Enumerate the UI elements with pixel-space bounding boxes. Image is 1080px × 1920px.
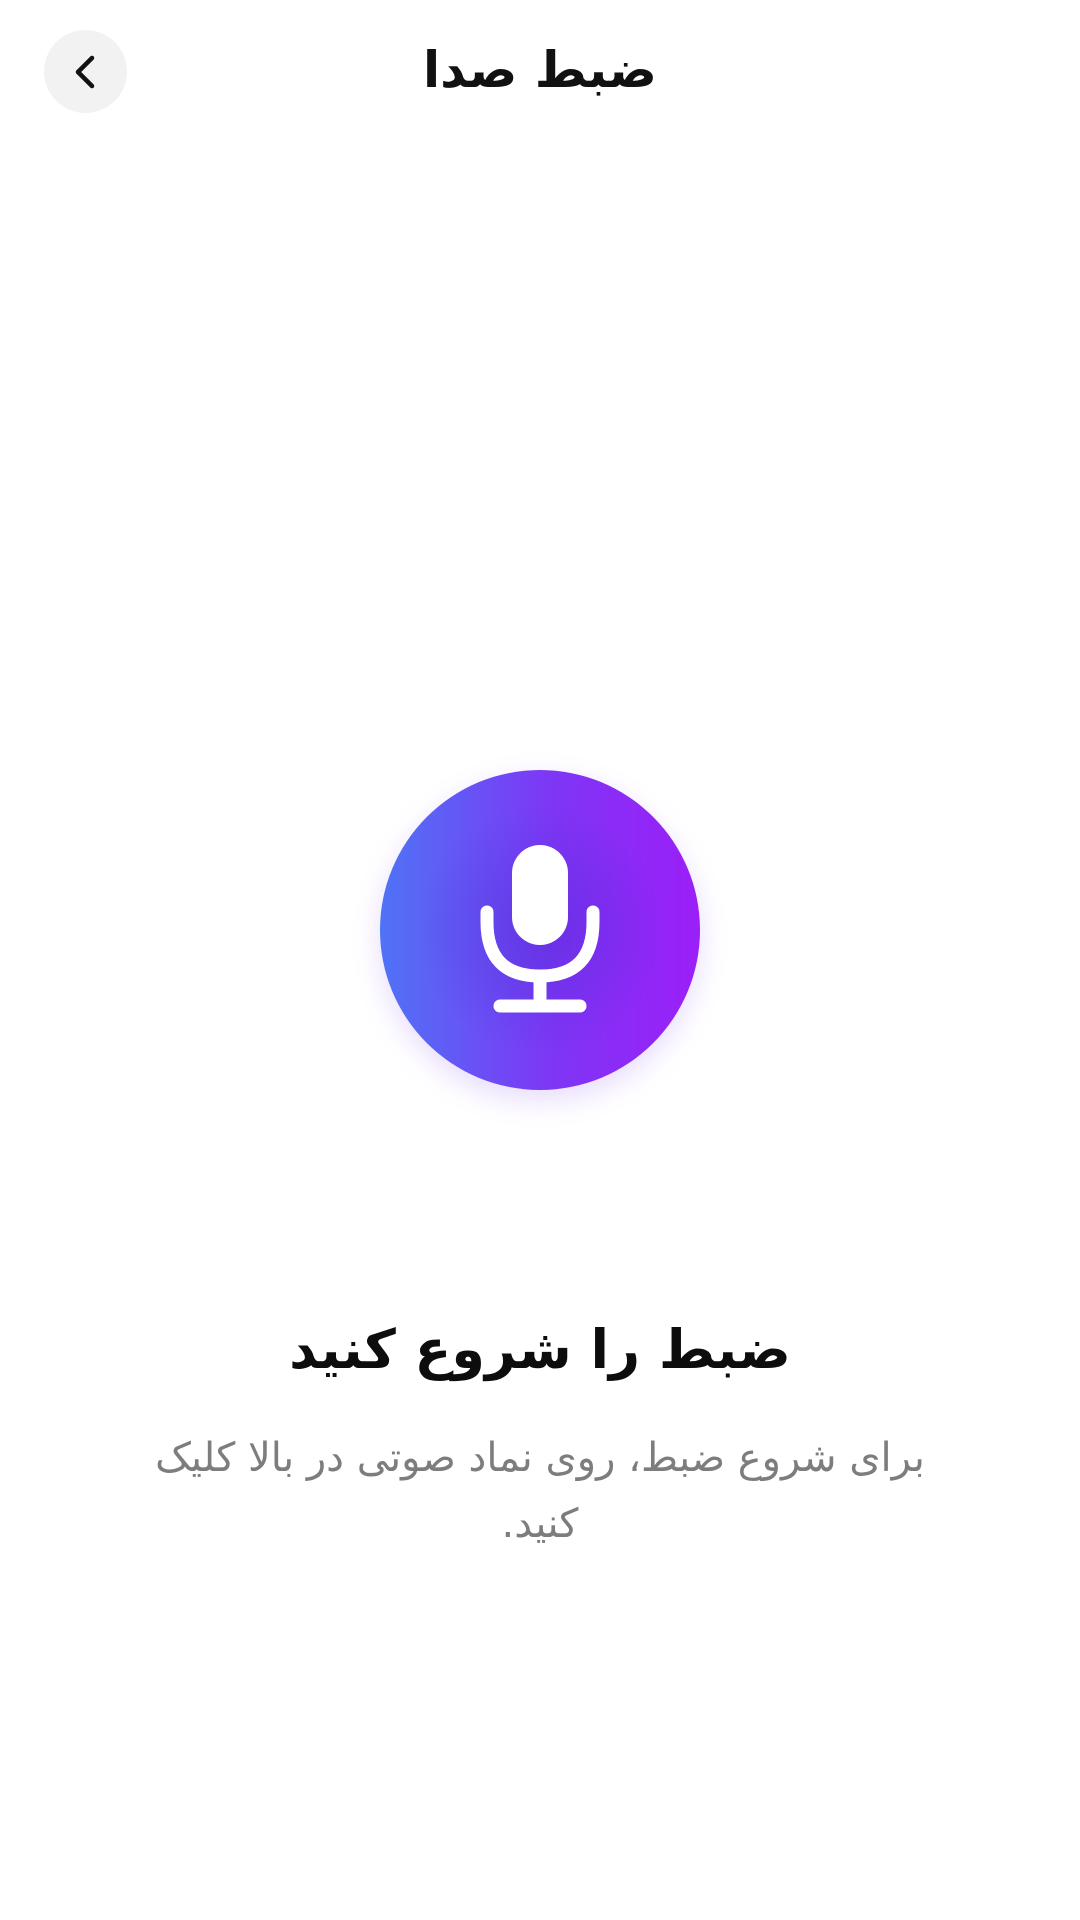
voice-record-screen: ضبط صدا ضبط را شروع کنید برای شروع ضبط، …: [0, 0, 1080, 1920]
microphone-icon: [475, 840, 605, 1020]
start-recording-hint: برای شروع ضبط، روی نماد صوتی در بالا کلی…: [155, 1435, 925, 1547]
start-recording-title: ضبط را شروع کنید: [289, 1318, 791, 1381]
record-button[interactable]: [380, 770, 700, 1090]
header: ضبط صدا: [0, 0, 1080, 150]
page-title: ضبط صدا: [422, 41, 657, 99]
